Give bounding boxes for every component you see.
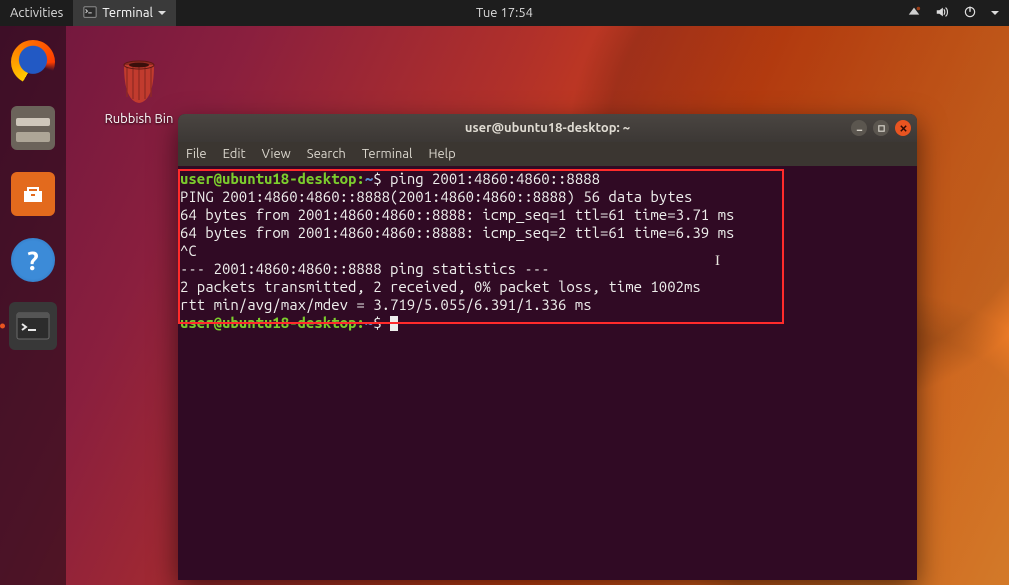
term-line: 2 packets transmitted, 2 received, 0% pa… [180, 278, 701, 295]
term-line: --- 2001:4860:4860::8888 ping statistics… [180, 260, 550, 277]
menu-help[interactable]: Help [428, 147, 455, 161]
window-maximize-button[interactable] [873, 120, 889, 136]
menu-edit[interactable]: Edit [223, 147, 246, 161]
clock[interactable]: Tue 17:54 [466, 0, 543, 26]
power-icon [963, 5, 977, 22]
term-line: 64 bytes from 2001:4860:4860::8888: icmp… [180, 224, 734, 241]
dock-item-firefox[interactable] [9, 38, 57, 86]
term-line: ^C [180, 242, 197, 259]
chevron-down-icon [158, 11, 166, 15]
terminal-window: user@ubuntu18-desktop: ~ File Edit View … [178, 114, 917, 580]
menu-terminal[interactable]: Terminal [362, 147, 413, 161]
term-line: 64 bytes from 2001:4860:4860::8888: icmp… [180, 206, 734, 223]
dock-item-software[interactable] [9, 170, 57, 218]
terminal-cursor [390, 316, 398, 331]
window-minimize-button[interactable] [851, 120, 867, 136]
trash-icon [113, 54, 165, 106]
desktop-icon-trash[interactable]: Rubbish Bin [94, 54, 184, 126]
network-icon [907, 5, 921, 22]
command-text: ping 2001:4860:4860::8888 [390, 170, 600, 187]
volume-icon [935, 5, 949, 22]
prompt-user: user@ubuntu18-desktop [180, 314, 356, 331]
dock-item-files[interactable] [9, 104, 57, 152]
window-titlebar[interactable]: user@ubuntu18-desktop: ~ [178, 114, 917, 142]
dock: ? [0, 26, 66, 585]
system-status-area[interactable] [907, 5, 1009, 22]
menu-view[interactable]: View [262, 147, 291, 161]
window-menubar: File Edit View Search Terminal Help [178, 142, 917, 166]
text-cursor-icon: I [715, 253, 720, 270]
prompt-user: user@ubuntu18-desktop [180, 170, 356, 187]
trash-label: Rubbish Bin [94, 112, 184, 126]
app-menu[interactable]: Terminal [73, 0, 176, 26]
activities-label: Activities [10, 6, 63, 20]
app-menu-label: Terminal [102, 6, 153, 20]
dock-item-help[interactable]: ? [9, 236, 57, 284]
term-line: rtt min/avg/max/mdev = 3.719/5.055/6.391… [180, 296, 592, 313]
window-title: user@ubuntu18-desktop: ~ [465, 121, 630, 135]
top-panel: Activities Terminal Tue 17:54 [0, 0, 1009, 26]
desktop[interactable]: ? Rubbish Bin user@ubuntu18-desktop: ~ [0, 26, 1009, 585]
menu-search[interactable]: Search [307, 147, 346, 161]
prompt-path: ~ [365, 170, 373, 187]
clock-label: Tue 17:54 [476, 6, 533, 20]
menu-file[interactable]: File [186, 147, 207, 161]
terminal-icon [83, 5, 97, 22]
term-line: PING 2001:4860:4860::8888(2001:4860:4860… [180, 188, 692, 205]
dock-item-terminal[interactable] [9, 302, 57, 350]
prompt-path: ~ [365, 314, 373, 331]
activities-button[interactable]: Activities [0, 0, 73, 26]
terminal-output[interactable]: user@ubuntu18-desktop:~$ ping 2001:4860:… [178, 166, 917, 580]
window-close-button[interactable] [895, 120, 911, 136]
chevron-down-icon [991, 11, 999, 15]
